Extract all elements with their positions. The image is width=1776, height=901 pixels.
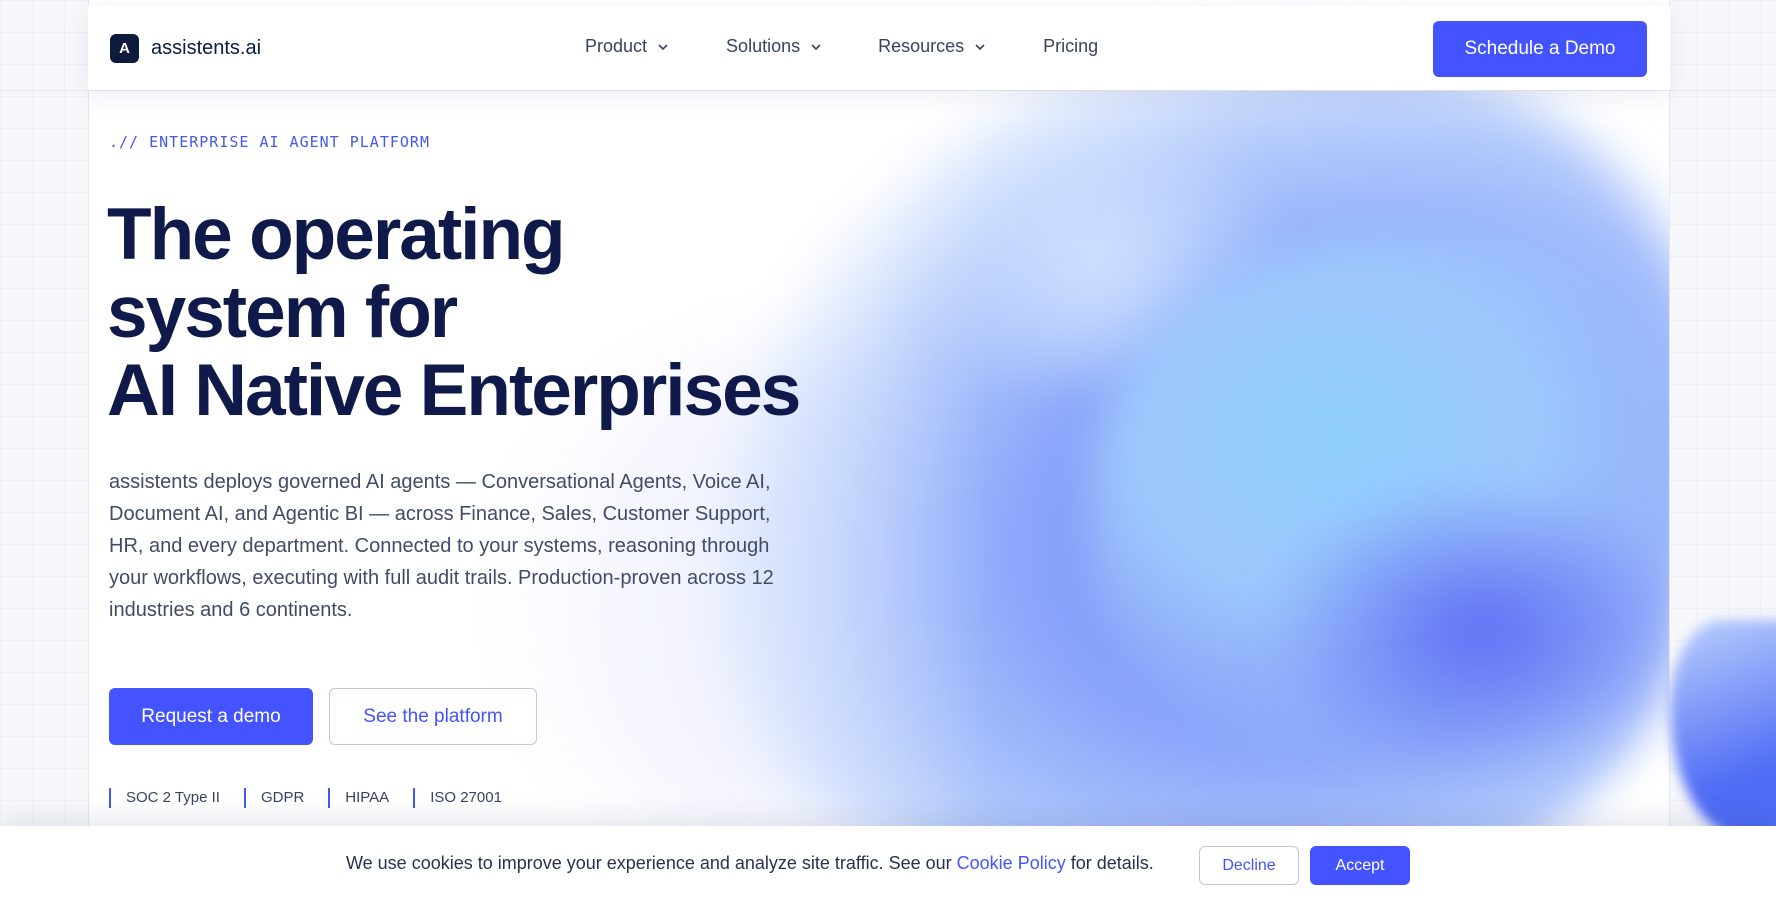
logo[interactable]: A assistents.ai bbox=[110, 34, 261, 63]
page: A assistents.ai Product Solutions Resour… bbox=[0, 0, 1776, 901]
nav-item-label: Solutions bbox=[726, 36, 801, 56]
cookie-text-after: for details. bbox=[1065, 853, 1154, 873]
nav-item-resources[interactable]: Resources bbox=[878, 36, 986, 57]
chevron-down-icon bbox=[811, 43, 821, 50]
nav-item-pricing[interactable]: Pricing bbox=[1043, 36, 1098, 57]
compliance-badge: GDPR bbox=[243, 788, 304, 808]
headline-line: system for bbox=[107, 272, 458, 353]
hero-headline: The operating system for AI Native Enter… bbox=[107, 194, 801, 431]
request-demo-button[interactable]: Request a demo bbox=[109, 688, 313, 745]
nav-item-product[interactable]: Product bbox=[585, 36, 669, 57]
chevron-down-icon bbox=[975, 43, 985, 50]
compliance-badge: ISO 27001 bbox=[413, 788, 502, 808]
nav-item-label: Resources bbox=[878, 36, 965, 56]
gradient-blob bbox=[1089, 230, 1669, 750]
hero-description: assistents deploys governed AI agents — … bbox=[109, 471, 774, 621]
headline-line: The operating bbox=[107, 194, 566, 275]
decline-cookies-button[interactable]: Decline bbox=[1199, 846, 1299, 885]
nav-item-label: Product bbox=[585, 36, 648, 56]
compliance-badges: SOC 2 Type II GDPR HIPAA ISO 27001 bbox=[109, 788, 526, 808]
cookie-text-before: We use cookies to improve your experienc… bbox=[346, 853, 957, 873]
headline-line: AI Native Enterprises bbox=[107, 350, 801, 431]
nav-item-label: Pricing bbox=[1043, 36, 1099, 56]
header-divider bbox=[0, 90, 1776, 91]
cookie-policy-link[interactable]: Cookie Policy bbox=[957, 853, 1066, 873]
cookie-banner: We use cookies to improve your experienc… bbox=[0, 826, 1776, 901]
chevron-down-icon bbox=[658, 43, 668, 50]
cookie-message: We use cookies to improve your experienc… bbox=[346, 853, 1154, 874]
gradient-blob bbox=[1259, 480, 1669, 780]
main-nav: Product Solutions Resources Pricing bbox=[585, 36, 1098, 57]
compliance-badge: SOC 2 Type II bbox=[109, 788, 220, 808]
compliance-badge: HIPAA bbox=[328, 788, 389, 808]
schedule-demo-button[interactable]: Schedule a Demo bbox=[1433, 21, 1647, 77]
logo-mark-icon: A bbox=[110, 34, 139, 63]
see-platform-button[interactable]: See the platform bbox=[329, 688, 537, 745]
hero-eyebrow: .// ENTERPRISE AI AGENT PLATFORM bbox=[109, 133, 430, 151]
site-header: A assistents.ai Product Solutions Resour… bbox=[88, 6, 1670, 90]
nav-item-solutions[interactable]: Solutions bbox=[726, 36, 822, 57]
accept-cookies-button[interactable]: Accept bbox=[1310, 846, 1410, 885]
logo-text: assistents.ai bbox=[151, 37, 262, 59]
